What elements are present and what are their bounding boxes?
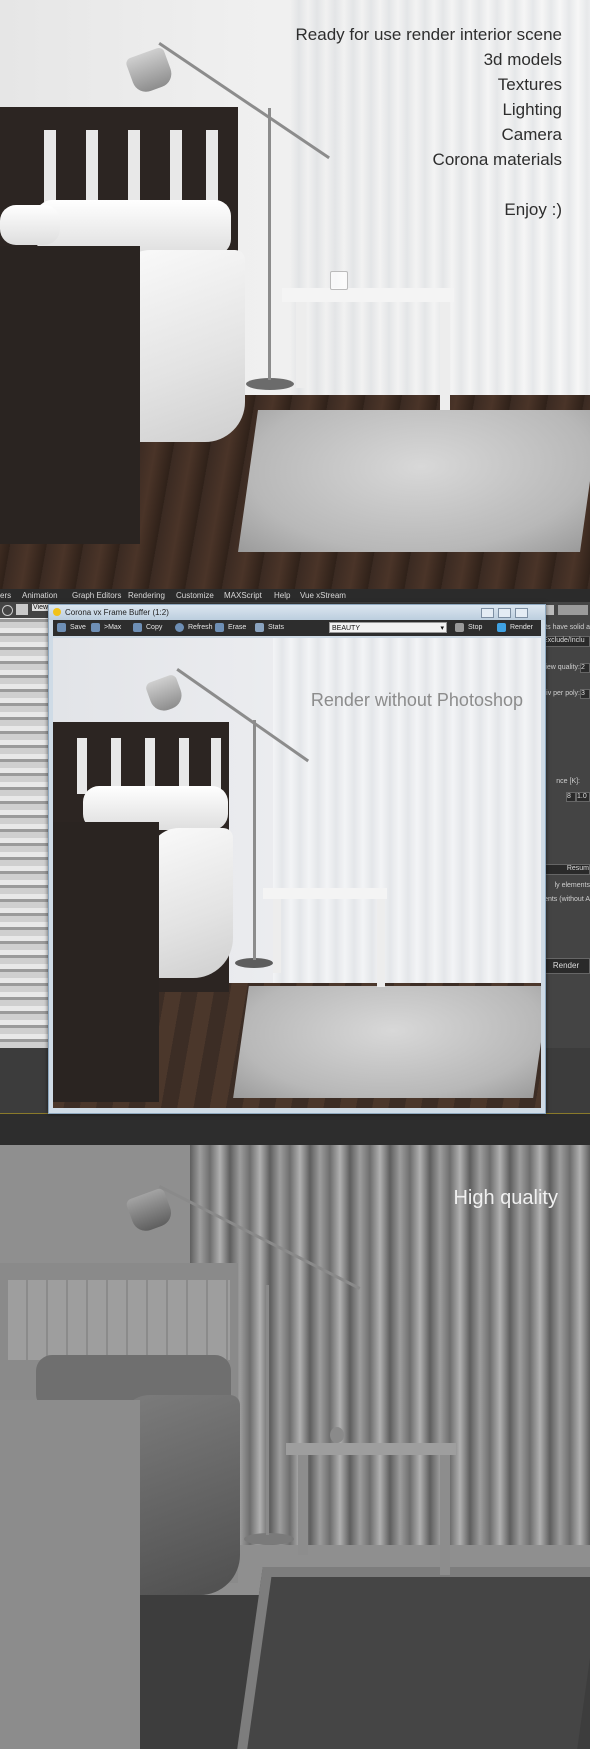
resume-button[interactable]: Resum	[542, 864, 590, 875]
save-button[interactable]: Save	[57, 622, 86, 634]
param-field[interactable]: 8	[566, 792, 576, 802]
minimize-icon[interactable]	[481, 608, 494, 618]
menu-item[interactable]: ers	[0, 591, 11, 600]
overlay-line: Lighting	[502, 100, 562, 119]
menu-item[interactable]: Customize	[176, 591, 214, 600]
vfb-caption: Render without Photoshop	[310, 690, 523, 710]
refresh-icon	[175, 622, 184, 632]
max-menubar: ers Animation Graph Editors Rendering Cu…	[0, 589, 590, 602]
bed-footboard	[53, 822, 159, 1102]
rug	[238, 410, 590, 552]
close-icon[interactable]	[515, 608, 528, 618]
menu-item[interactable]: MAXScript	[224, 591, 262, 600]
stool	[282, 288, 454, 302]
erase-icon	[215, 622, 224, 632]
settings-label: div per poly:	[542, 690, 580, 697]
corona-frame-buffer: Corona vx Frame Buffer (1:2) Save >Max C…	[48, 604, 546, 1114]
stats-icon	[255, 622, 264, 632]
overlay-line: Ready for use render interior scene	[295, 25, 562, 44]
overlay-line: 3d models	[483, 50, 562, 69]
bed-footboard	[0, 1400, 140, 1749]
settings-label: view quality:	[541, 664, 580, 671]
duvet	[149, 828, 233, 978]
copy-button[interactable]: Copy	[133, 622, 162, 634]
overlay-line: Textures	[497, 75, 562, 94]
vfb-title: Corona vx Frame Buffer (1:2)	[65, 608, 169, 617]
settings-label: nce [K]:	[556, 778, 580, 785]
vfb-toolbar: Save >Max Copy Refresh Erase Stats BEAUT…	[53, 620, 541, 636]
settings-label: ents (without A	[544, 896, 590, 903]
lamp-base	[244, 1533, 294, 1545]
channel-select[interactable]: BEAUTY ▾	[329, 622, 447, 633]
stop-button[interactable]: Stop	[455, 622, 482, 634]
timeline[interactable]	[0, 1113, 590, 1145]
clay-viewport: High quality	[0, 1145, 590, 1749]
menu-item[interactable]: Vue xStream	[300, 591, 346, 600]
stop-icon	[455, 622, 464, 632]
overlay-line: Camera	[501, 125, 562, 144]
vfb-titlebar[interactable]: Corona vx Frame Buffer (1:2)	[49, 605, 545, 620]
refresh-button[interactable]: Refresh	[175, 622, 213, 634]
view-quality-field[interactable]: 2	[580, 663, 590, 673]
undo-icon[interactable]	[2, 605, 13, 616]
overlay-line: Corona materials	[432, 150, 562, 169]
chevron-down-icon: ▾	[440, 625, 444, 632]
save-icon	[57, 622, 66, 632]
stats-button[interactable]: Stats	[255, 622, 284, 634]
toolbar-icon[interactable]	[558, 605, 588, 615]
quality-caption: High quality	[453, 1187, 558, 1209]
subdiv-field[interactable]: 3	[580, 689, 590, 699]
glass	[330, 1427, 344, 1443]
render-settings-panel: ects have solid a Exclude/Inclu view qua…	[538, 618, 590, 1048]
param-field[interactable]: 1.0	[576, 792, 590, 802]
play-icon	[497, 622, 506, 632]
menu-item[interactable]: Rendering	[128, 591, 165, 600]
lamp-stand	[268, 108, 271, 380]
viewport-label[interactable]: View	[32, 604, 50, 611]
feature-list: Ready for use render interior scene 3d m…	[296, 22, 562, 222]
copy-icon	[133, 622, 142, 632]
exclude-include-button[interactable]: Exclude/Inclu	[542, 636, 590, 647]
corona-logo-icon	[53, 608, 61, 616]
erase-button[interactable]: Erase	[215, 622, 246, 634]
maximize-icon[interactable]	[498, 608, 511, 618]
render-button[interactable]: Render	[497, 622, 533, 634]
render-preview-top: Ready for use render interior scene 3d m…	[0, 0, 590, 589]
max-interface: ers Animation Graph Editors Rendering Cu…	[0, 589, 590, 1145]
rug	[233, 986, 541, 1098]
stool	[263, 888, 387, 899]
lamp-stand	[253, 720, 256, 960]
select-icon[interactable]	[16, 604, 28, 615]
menu-item[interactable]: Help	[274, 591, 290, 600]
bed-footboard	[0, 246, 140, 544]
texture-viewport[interactable]	[0, 618, 50, 1048]
vfb-render-canvas: Render without Photoshop	[53, 638, 541, 1108]
overlay-line: Enjoy :)	[504, 200, 562, 219]
render-button[interactable]: Render	[542, 958, 590, 974]
to-max-button[interactable]: >Max	[91, 622, 121, 634]
menu-item[interactable]: Animation	[22, 591, 58, 600]
max-icon	[91, 622, 100, 632]
settings-label: ly elements	[554, 882, 590, 889]
menu-item[interactable]: Graph Editors	[72, 591, 121, 600]
lamp-stand	[266, 1285, 269, 1535]
glass	[330, 271, 348, 290]
rug	[237, 1567, 590, 1749]
stool	[286, 1443, 456, 1455]
